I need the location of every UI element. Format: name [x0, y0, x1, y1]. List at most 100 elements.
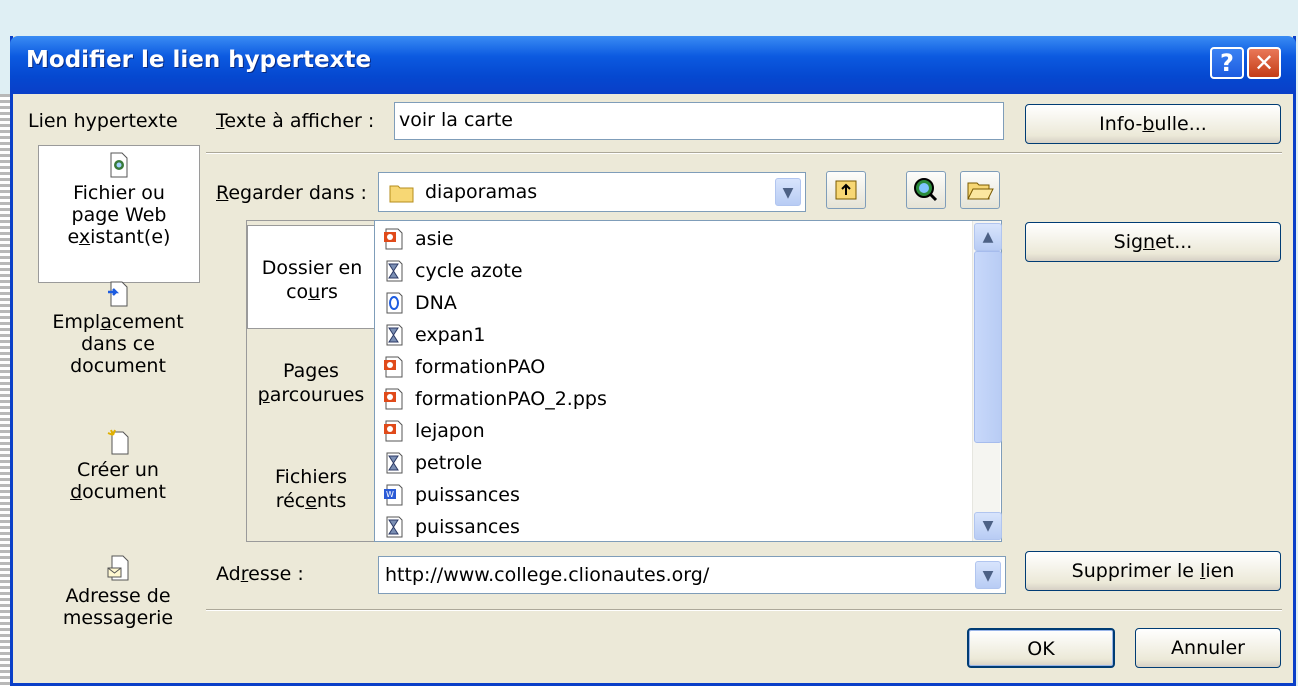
close-icon: ✕: [1253, 49, 1275, 77]
text-to-display-input[interactable]: voir la carte: [394, 102, 1004, 140]
word-doc-icon: W: [384, 484, 403, 506]
up-one-folder-button[interactable]: [826, 171, 866, 209]
browse-location-bar: Dossier en cours Pages parcourues Fichie…: [246, 220, 376, 542]
file-list-item[interactable]: formationPAO: [383, 351, 545, 383]
file-list-item[interactable]: expan1: [383, 319, 485, 351]
nav-label-line: parcourues: [257, 384, 365, 406]
chevron-down-icon: ▼: [982, 518, 994, 534]
cancel-button[interactable]: Annuler: [1135, 628, 1281, 668]
file-list-item[interactable]: formationPAO_2.pps: [383, 383, 607, 415]
file-name: lejapon: [415, 420, 485, 442]
link-type-bar: Fichier ou page Web existant(e) Emplacem…: [38, 145, 200, 645]
file-name: asie: [415, 228, 454, 250]
place-label-line: Adresse de: [65, 585, 171, 607]
nav-recent-files[interactable]: Fichiers récents: [247, 465, 375, 513]
address-combobox[interactable]: http://www.college.clionautes.org/ ▼: [378, 556, 1006, 594]
remove-link-button[interactable]: Supprimer le lien: [1025, 551, 1281, 591]
hourglass-icon: [386, 260, 403, 282]
nav-label-line: Dossier en: [261, 257, 363, 279]
place-label-line: Emplacement: [52, 311, 184, 333]
file-name: petrole: [415, 452, 483, 474]
file-list-scrollbar[interactable]: ▲ ▼: [972, 221, 1002, 541]
ok-button[interactable]: OK: [967, 628, 1115, 668]
file-name: formationPAO_2.pps: [415, 388, 607, 410]
file-list-item[interactable]: puissances: [383, 511, 520, 541]
new-document-icon: [107, 429, 129, 455]
nav-label-line: Pages: [283, 360, 339, 382]
background-window-edge: [0, 94, 10, 686]
scroll-up-button[interactable]: ▲: [974, 223, 1002, 251]
file-list-item[interactable]: lejapon: [383, 415, 485, 447]
email-address-icon: [107, 555, 129, 581]
pps-icon: [384, 420, 403, 442]
file-name: cycle azote: [415, 260, 523, 282]
help-button[interactable]: ?: [1210, 47, 1244, 79]
place-label-line: Fichier ou: [73, 182, 165, 204]
open-folder-icon: [967, 182, 994, 200]
file-name: formationPAO: [415, 356, 546, 378]
place-label-line: document: [70, 481, 166, 503]
address-value: http://www.college.clionautes.org/: [385, 564, 710, 586]
place-create-new-document[interactable]: Créer un document: [38, 429, 198, 503]
chevron-down-icon: ▼: [782, 185, 794, 201]
browse-web-button[interactable]: [906, 171, 946, 209]
nav-browsed-pages[interactable]: Pages parcourues: [247, 359, 375, 407]
scroll-thumb[interactable]: [974, 251, 1002, 443]
hourglass-icon: [386, 324, 403, 346]
chevron-down-icon: ▼: [982, 568, 994, 584]
file-name: DNA: [415, 292, 457, 314]
tooltip-button[interactable]: Info-bulle...: [1025, 104, 1281, 144]
file-list[interactable]: asie cycle azote DNA expan1 formationPAO form…: [374, 220, 1002, 542]
look-in-value: diaporamas: [425, 181, 538, 203]
hourglass-icon: [386, 516, 403, 538]
file-list-item[interactable]: cycle azote: [383, 255, 523, 287]
place-label-line: existant(e): [67, 226, 171, 248]
place-in-this-document[interactable]: Emplacement dans ce document: [38, 281, 198, 377]
look-in-label: Regarder dans :: [216, 182, 367, 204]
text-to-display-label: Texte à afficher :: [216, 110, 375, 132]
place-label-line: Créer un: [77, 459, 159, 481]
address-dropdown-button[interactable]: ▼: [975, 561, 1001, 589]
file-name: puissances: [415, 484, 520, 506]
pps-icon: [384, 356, 403, 378]
file-name: puissances: [415, 516, 520, 538]
file-list-item[interactable]: petrole: [383, 447, 482, 479]
look-in-dropdown-button[interactable]: ▼: [775, 178, 801, 206]
file-name: expan1: [415, 324, 486, 346]
place-email-address[interactable]: Adresse de messagerie: [38, 555, 198, 629]
nav-label-line: cours: [286, 281, 338, 303]
nav-label-line: Fichiers: [275, 466, 347, 488]
file-list-item[interactable]: asie: [383, 223, 454, 255]
place-label-line: dans ce: [81, 333, 155, 355]
bookmark-button[interactable]: Signet...: [1025, 222, 1281, 262]
file-list-item[interactable]: Wpuissances: [383, 479, 520, 511]
up-folder-icon: [835, 180, 857, 200]
close-button[interactable]: ✕: [1247, 47, 1281, 79]
place-in-document-icon: [108, 281, 128, 307]
place-label-line: page Web: [71, 204, 167, 226]
link-to-heading: Lien hypertexte: [28, 110, 178, 132]
dialog-title: Modifier le lien hypertexte: [26, 47, 372, 73]
nav-label-line: récents: [275, 490, 347, 512]
help-icon: ?: [1220, 49, 1234, 77]
pps-icon: [384, 388, 403, 410]
chevron-up-icon: ▲: [982, 229, 994, 245]
web-search-icon: [914, 178, 938, 202]
place-existing-file-or-web-page[interactable]: Fichier ou page Web existant(e): [38, 145, 200, 283]
address-label: Adresse :: [216, 563, 304, 585]
divider: [206, 152, 1282, 154]
folder-icon: [389, 185, 414, 203]
look-in-combobox[interactable]: diaporamas ▼: [378, 172, 806, 212]
shortcut-icon: [386, 292, 403, 314]
web-file-icon: [110, 152, 128, 178]
place-label-line: document: [70, 355, 166, 377]
pps-icon: [384, 228, 403, 250]
place-label-line: messagerie: [62, 607, 174, 629]
browse-file-button[interactable]: [960, 171, 1000, 209]
nav-current-folder[interactable]: Dossier en cours: [247, 225, 376, 329]
svg-text:W: W: [386, 490, 394, 499]
hourglass-icon: [386, 452, 403, 474]
divider: [206, 609, 1282, 611]
file-list-item[interactable]: DNA: [383, 287, 457, 319]
scroll-down-button[interactable]: ▼: [974, 512, 1002, 540]
